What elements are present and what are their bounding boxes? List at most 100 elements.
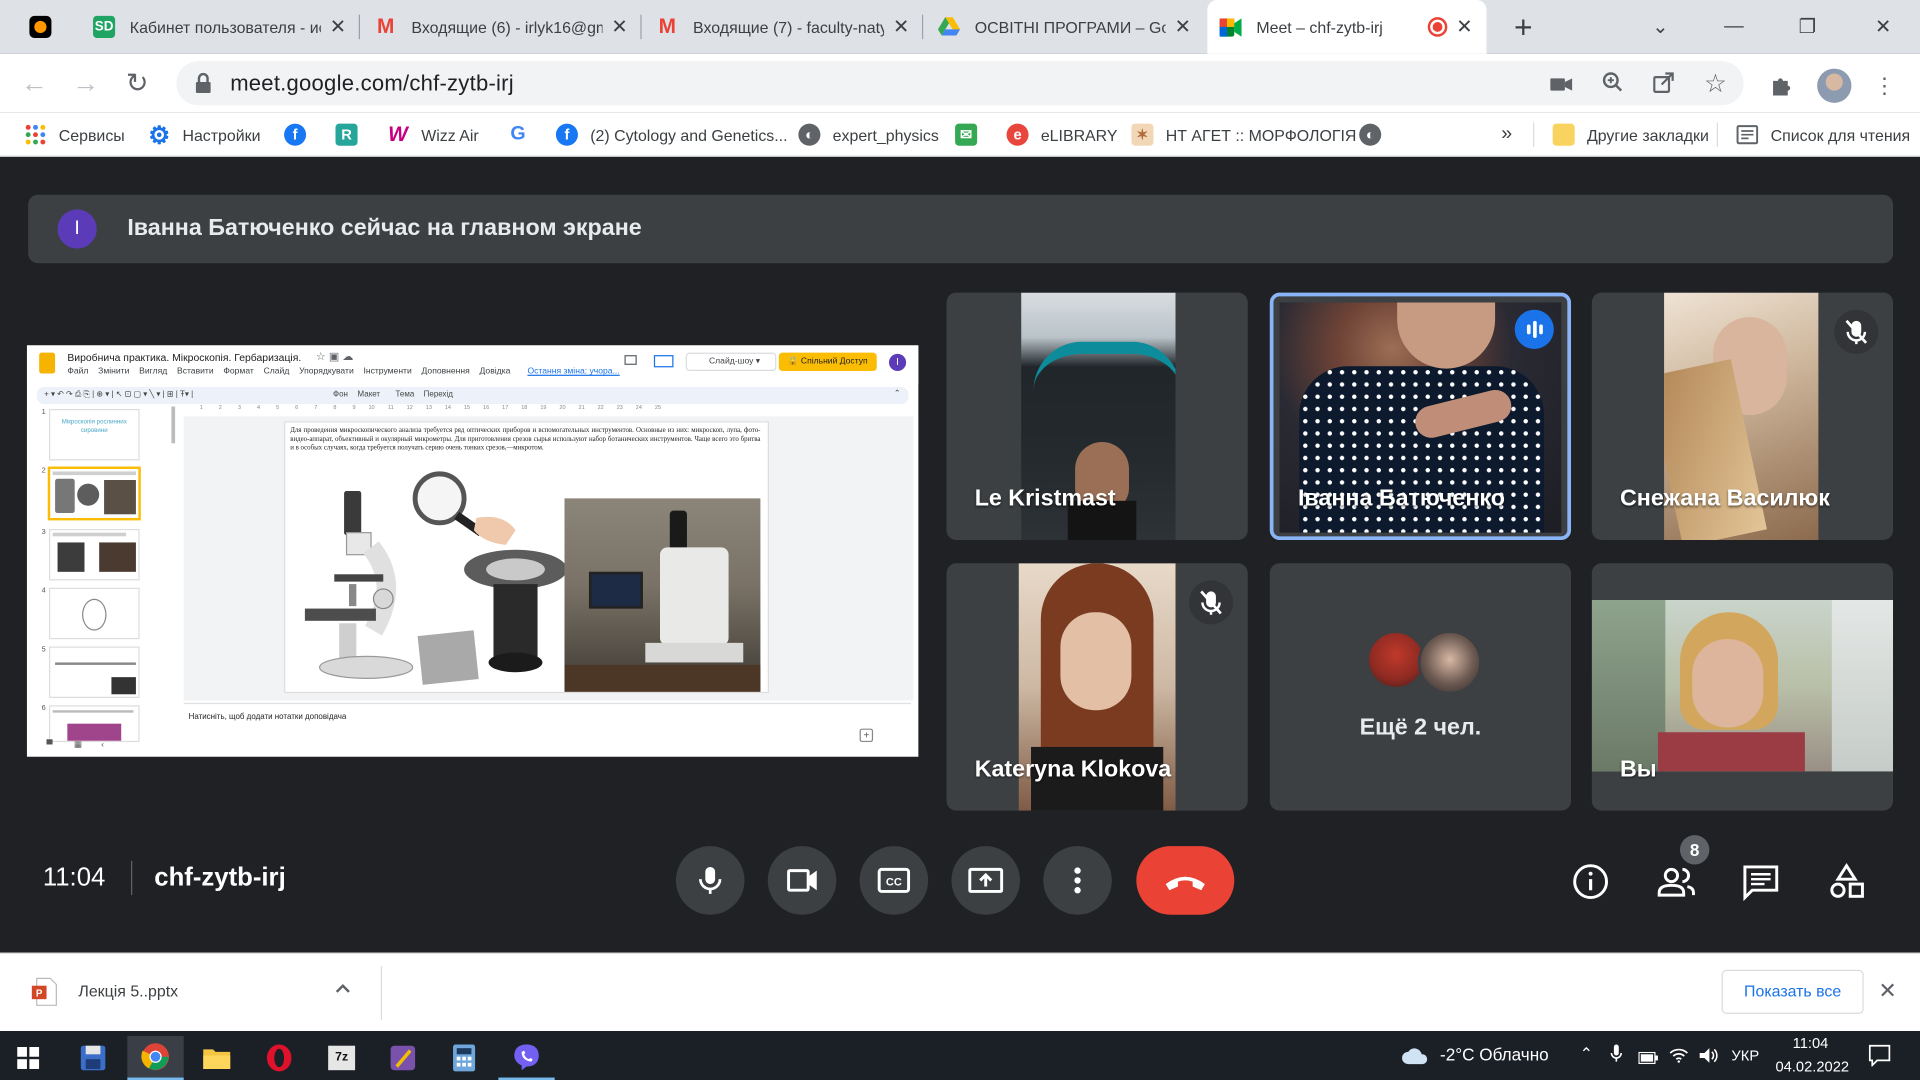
shared-screen[interactable]: Виробнича практика. Мікроскопія. Гербари…	[26, 345, 919, 757]
new-tab-button[interactable]: +	[1506, 10, 1540, 44]
tab-drive[interactable]: ОСВІТНІ ПРОГРАМИ – Goo ✕	[926, 0, 1205, 54]
other-bookmarks[interactable]: Другие закладки	[1552, 122, 1709, 146]
download-options-chevron-icon[interactable]	[331, 976, 355, 1000]
taskbar-7zip[interactable]: 7z	[313, 1036, 369, 1080]
menu-edit[interactable]: Змінити	[98, 367, 129, 376]
more-participants-tile[interactable]: Ещё 2 чел.	[1269, 563, 1572, 811]
tab-cabinet[interactable]: SD Кабинет пользователя - ис ✕	[81, 0, 361, 54]
bookmark-wizz-air[interactable]: W Wizz Air	[387, 122, 479, 146]
toolbar-transition[interactable]: Перехід	[424, 391, 453, 400]
share-button[interactable]: 🔒 Спільний Доступ	[778, 352, 877, 372]
menu-insert[interactable]: Вставити	[177, 367, 214, 376]
bookmark-star-icon[interactable]: ☆	[1702, 70, 1729, 98]
present-options-icon[interactable]	[653, 355, 674, 368]
extensions-icon[interactable]	[1768, 72, 1795, 99]
bookmark-mail[interactable]: ✉	[955, 122, 978, 146]
start-button[interactable]	[0, 1036, 56, 1080]
microphone-tray-icon[interactable]	[1610, 1044, 1623, 1064]
microphone-button[interactable]	[675, 846, 745, 915]
taskbar-floppy-app[interactable]	[65, 1036, 121, 1080]
star-icon[interactable]: ☆ ▣ ☁	[316, 350, 353, 363]
speaker-notes[interactable]: Натисніть, щоб додати нотатки доповідача…	[183, 702, 912, 752]
powerpoint-file-icon[interactable]: P	[31, 977, 58, 1006]
volume-icon[interactable]	[1699, 1047, 1720, 1064]
user-avatar[interactable]: I	[888, 353, 907, 372]
close-icon[interactable]: ✕	[1173, 15, 1193, 39]
bookmark-expert-physics[interactable]: ◐ expert_physics	[798, 122, 939, 146]
taskbar-time[interactable]: 11:04	[1793, 1035, 1829, 1052]
participant-tile[interactable]: Le Kristmast	[946, 292, 1248, 541]
download-file-name[interactable]: Лекція 5..pptx	[78, 982, 178, 1000]
taskbar-viber[interactable]	[498, 1036, 555, 1080]
toolbar-theme[interactable]: Тема	[396, 391, 415, 400]
forward-button[interactable]: →	[69, 66, 103, 100]
slide-thumbnail[interactable]: Мікроскопія рослинних сировини	[48, 408, 140, 461]
weather-icon[interactable]	[1401, 1046, 1430, 1066]
collapse-toolbar-icon[interactable]: ⌃	[894, 388, 901, 398]
slide-thumbnail[interactable]	[48, 705, 140, 743]
close-downloads-icon[interactable]: ✕	[1878, 978, 1896, 1004]
slide-thumbnail[interactable]	[48, 587, 140, 640]
self-view-tile[interactable]: Вы	[1591, 563, 1894, 811]
ruler-vertical-scrollbar[interactable]	[171, 406, 176, 444]
bookmark-elibrary[interactable]: e eLIBRARY	[1006, 122, 1118, 146]
slide-canvas[interactable]: Для проведения микроскопического анализа…	[284, 421, 769, 694]
taskbar-onenote[interactable]	[375, 1036, 431, 1080]
activities-button[interactable]	[1826, 861, 1868, 903]
weather-text[interactable]: -2°C Облачно	[1440, 1044, 1549, 1064]
taskbar-opera[interactable]	[251, 1036, 307, 1080]
participant-tile[interactable]: Снежана Василюк	[1591, 292, 1894, 541]
menu-arrange[interactable]: Упорядкувати	[299, 367, 354, 376]
input-language[interactable]: УКР	[1731, 1047, 1759, 1064]
minimize-button[interactable]: —	[1709, 0, 1758, 54]
chat-button[interactable]	[1740, 861, 1782, 903]
reading-list[interactable]: Список для чтения	[1736, 122, 1910, 146]
last-change-link[interactable]: Остання зміна: учора...	[527, 367, 619, 376]
show-hidden-icons-chevron-icon[interactable]: ⌃	[1580, 1044, 1593, 1064]
captions-button[interactable]: CC	[859, 846, 929, 915]
reload-button[interactable]: ↻	[120, 66, 154, 100]
menu-file[interactable]: Файл	[67, 367, 88, 376]
participant-tile-active-speaker[interactable]: Іванна Батюченко	[1269, 292, 1572, 541]
taskbar-date[interactable]: 04.02.2022	[1776, 1058, 1850, 1075]
toolbar-icons[interactable]: + ▾ ↶ ↷ ⎙ ⎘ | ⊕ ▾ | ↖ ⊡ ▢ ▾ ╲ ▾ | ⊞ | Ŧ▾…	[44, 389, 193, 400]
menu-addons[interactable]: Доповнення	[422, 367, 470, 376]
people-button[interactable]	[1656, 861, 1698, 903]
url-text[interactable]: meet.google.com/chf-zytb-irj	[230, 71, 514, 97]
menu-view[interactable]: Вигляд	[139, 367, 167, 376]
tab-gmail-1[interactable]: M Входящие (6) - irlyk16@gm ✕	[362, 0, 642, 54]
share-icon[interactable]	[1651, 71, 1678, 98]
browser-menu-icon[interactable]: ⋮	[1871, 72, 1898, 99]
comments-icon[interactable]	[624, 355, 637, 365]
participant-tile[interactable]: Kateryna Klokova	[946, 563, 1248, 811]
camera-button[interactable]	[767, 846, 837, 915]
notifications-icon[interactable]	[1868, 1044, 1891, 1068]
restore-button[interactable]: ❐	[1783, 0, 1832, 54]
bookmark-services[interactable]: Сервисы	[24, 122, 125, 146]
app-menu-button[interactable]	[17, 0, 66, 54]
slide-thumbnail[interactable]	[48, 528, 140, 581]
explore-icon[interactable]: +	[859, 728, 874, 743]
slide-thumbnail-selected[interactable]	[47, 466, 141, 521]
bookmark-cytology[interactable]: f (2) Cytology and Genetics...	[555, 122, 788, 146]
slide-body-text[interactable]: Для проведения микроскопического анализа…	[290, 427, 760, 453]
close-icon[interactable]: ✕	[891, 15, 911, 39]
profile-avatar[interactable]	[1817, 68, 1852, 103]
tab-meet[interactable]: Meet – chf-zytb-irj ✕	[1207, 0, 1487, 54]
slideshow-button[interactable]: Слайд-шоу ▾	[685, 352, 777, 372]
bookmark-google[interactable]: G	[507, 122, 529, 146]
wifi-icon[interactable]	[1669, 1047, 1689, 1063]
address-bar[interactable]: meet.google.com/chf-zytb-irj ☆	[176, 61, 1744, 106]
close-icon[interactable]: ✕	[610, 15, 630, 39]
bookmark-settings[interactable]: ⚙ Настройки	[148, 122, 260, 149]
tab-gmail-2[interactable]: M Входящие (7) - faculty-naty ✕	[644, 0, 924, 54]
meeting-details-button[interactable]	[1570, 861, 1612, 903]
lock-icon[interactable]	[193, 72, 213, 94]
camera-permission-icon[interactable]	[1548, 71, 1575, 98]
present-screen-button[interactable]	[951, 846, 1021, 915]
slide-thumbnail[interactable]	[48, 646, 140, 698]
toolbar-background[interactable]: Фон	[333, 391, 348, 400]
bookmark-r[interactable]: R	[335, 122, 358, 146]
more-options-button[interactable]	[1043, 846, 1112, 915]
bookmark-globe[interactable]: ◐	[1359, 122, 1382, 146]
